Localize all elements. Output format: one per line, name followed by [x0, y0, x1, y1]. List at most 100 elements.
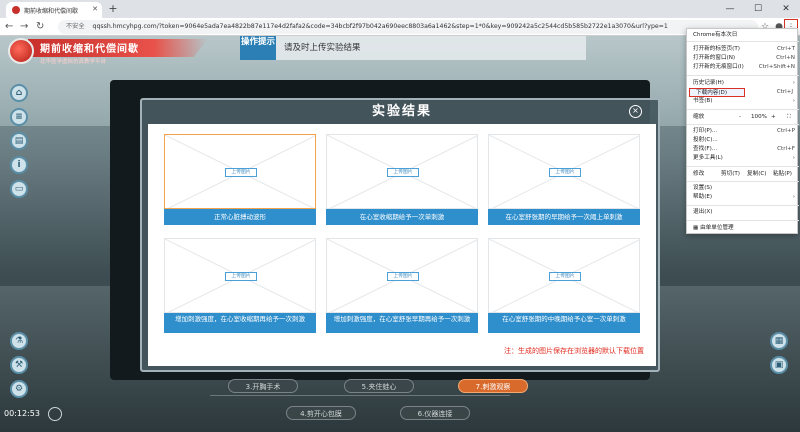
result-card[interactable]: 上传图片 在心室舒张期的中晚期给予心室一次单刺激	[488, 238, 640, 333]
menu-item-label: 打开新的无痕窗口(I)	[693, 64, 744, 70]
back-arrow-icon[interactable]: ←	[5, 20, 13, 34]
upload-image-button[interactable]: 上传图片	[225, 168, 257, 177]
copy-button[interactable]: 复制(C)	[747, 169, 766, 179]
result-card[interactable]: 上传图片 在心室舒张期的早期给予一次阈上单刺激	[488, 134, 640, 225]
browser-tab-bar: 期前收缩和代偿间歇 ✕ + — ☐ ✕	[0, 0, 800, 18]
menu-divider	[687, 181, 799, 182]
home-icon[interactable]: ⌂	[10, 84, 28, 102]
step-stimulate-observe[interactable]: 7.刺激观察	[458, 379, 528, 393]
menu-item-shortcut: Ctrl+J	[776, 89, 793, 95]
menu-edit-row: 修改 剪切(T) 复制(C) 粘贴(P)	[687, 169, 799, 179]
upload-image-button[interactable]: 上传图片	[549, 272, 581, 281]
cut-button[interactable]: 剪切(T)	[721, 169, 740, 179]
menu-item-new-window[interactable]: 打开新的窗口(N) Ctrl+N	[687, 54, 799, 63]
menu-item-incognito[interactable]: 打开新的无痕窗口(I) Ctrl+Shift+N	[687, 63, 799, 72]
operation-prompt-label: 操作提示	[240, 36, 276, 60]
submenu-arrow-icon: ›	[792, 155, 795, 161]
image-placeholder: 上传图片	[164, 238, 316, 313]
image-placeholder: 上传图片	[488, 134, 640, 209]
menu-item-label: 书签(B)	[693, 98, 713, 104]
tab-favicon-icon	[12, 6, 20, 14]
maximize-button[interactable]: ☐	[744, 0, 772, 18]
menu-item-find[interactable]: 查找(F)... Ctrl+F	[687, 145, 799, 154]
insecure-label: 不安全	[66, 23, 85, 30]
result-card[interactable]: 上传图片 在心室收缩期给予一次单刺激	[326, 134, 478, 225]
monitor-icon[interactable]: ▣	[770, 356, 788, 374]
menu-zoom-row: 缩放 - 100% + ⛶	[687, 112, 799, 122]
step-cut-pericardium[interactable]: 4.剪开心包膜	[286, 406, 356, 420]
tab-title: 期前收缩和代偿间歇	[24, 8, 79, 15]
settings-icon[interactable]: ⚙	[10, 380, 28, 398]
result-card[interactable]: 上传图片 增加刺激强度，在心室收缩期再给予一次刺激	[164, 238, 316, 333]
step-clamp-heart[interactable]: 5.夹住蛙心	[344, 379, 414, 393]
book-icon[interactable]: ▤	[10, 132, 28, 150]
submenu-arrow-icon: ›	[792, 194, 795, 200]
zoom-in-button[interactable]: +	[771, 112, 776, 122]
upload-image-button[interactable]: 上传图片	[225, 272, 257, 281]
info-icon[interactable]: i	[10, 156, 28, 174]
minimize-button[interactable]: —	[716, 0, 744, 18]
result-card[interactable]: 上传图片 正常心脏搏动波形	[164, 134, 316, 225]
close-window-button[interactable]: ✕	[772, 0, 800, 18]
chrome-menu: Chrome有本次日 打开新的标签页(T) Ctrl+T 打开新的窗口(N) C…	[686, 28, 799, 234]
document-icon[interactable]: ▭	[10, 180, 28, 198]
paste-button[interactable]: 粘贴(P)	[773, 169, 792, 179]
menu-item-cast[interactable]: 投射(C)...	[687, 136, 799, 145]
tools-icon[interactable]: ⚒	[10, 356, 28, 374]
zoom-value: 100%	[751, 114, 767, 120]
tab-close-icon[interactable]: ✕	[92, 5, 98, 13]
menu-item-shortcut: Ctrl+P	[776, 128, 795, 134]
image-placeholder: 上传图片	[326, 134, 478, 209]
microscope-icon[interactable]: ⚗	[10, 332, 28, 350]
upload-image-button[interactable]: 上传图片	[387, 272, 419, 281]
menu-item-help[interactable]: 帮助(E) ›	[687, 193, 799, 202]
menu-item-label: 更多工具(L)	[693, 155, 723, 161]
menu-item-exit[interactable]: 退出(X)	[687, 208, 799, 217]
menu-item-shortcut: Ctrl+F	[777, 146, 795, 152]
fullscreen-icon[interactable]: ⛶	[787, 112, 791, 122]
app-logo-icon	[8, 38, 34, 64]
reload-icon[interactable]: ↻	[36, 20, 44, 34]
list-icon[interactable]: ≡	[10, 108, 28, 126]
menu-item-settings[interactable]: 设置(S)	[687, 184, 799, 193]
steps-track	[210, 395, 510, 396]
submenu-arrow-icon: ›	[792, 80, 795, 86]
report-icon[interactable]: ▦	[770, 332, 788, 350]
menu-item-label: 打印(P)...	[693, 128, 718, 134]
menu-managed-note[interactable]: ▦ 由单单位管理	[687, 224, 799, 233]
upload-image-button[interactable]: 上传图片	[549, 168, 581, 177]
step-connect-instrument[interactable]: 6.仪器连接	[400, 406, 470, 420]
forward-arrow-icon[interactable]: →	[20, 20, 28, 34]
app-subtitle: 北华医学虚拟仿真教学平台	[40, 59, 107, 65]
address-bar[interactable]: 不安全 qqssh.hmcyhpg.com/?token=9064e5ada7e…	[58, 20, 758, 34]
menu-divider	[687, 166, 799, 167]
menu-divider	[687, 75, 799, 76]
image-placeholder: 上传图片	[488, 238, 640, 313]
menu-item-history[interactable]: 历史记录(H) ›	[687, 79, 799, 88]
modal-close-icon[interactable]: ×	[629, 105, 642, 118]
card-caption: 在心室舒张期的早期给予一次阈上单刺激	[488, 209, 640, 225]
step-open-chest[interactable]: 3.开胸手术	[228, 379, 298, 393]
menu-item-new-tab[interactable]: 打开新的标签页(T) Ctrl+T	[687, 45, 799, 54]
menu-item-print[interactable]: 打印(P)... Ctrl+P	[687, 127, 799, 136]
menu-item-label: 退出(X)	[693, 209, 713, 215]
result-card[interactable]: 上传图片 增加刺激强度，在心室舒张早期再给予一次刺激	[326, 238, 478, 333]
upload-image-button[interactable]: 上传图片	[387, 168, 419, 177]
url-text: qqssh.hmcyhpg.com/?token=9064e5ada7ea482…	[92, 23, 668, 30]
menu-divider	[687, 109, 799, 110]
menu-item-label: 历史记录(H)	[693, 80, 724, 86]
menu-item-label: 下载内容(D)	[696, 90, 728, 96]
menu-item-more-tools[interactable]: 更多工具(L) ›	[687, 154, 799, 163]
menu-header: Chrome有本次日	[687, 31, 799, 40]
menu-item-shortcut: Ctrl+T	[776, 46, 795, 52]
browser-tab[interactable]: 期前收缩和代偿间歇 ✕	[6, 2, 102, 18]
menu-item-bookmarks[interactable]: 书签(B) ›	[687, 97, 799, 106]
new-tab-button[interactable]: +	[107, 3, 119, 15]
card-caption: 增加刺激强度，在心室舒张早期再给予一次刺激	[326, 313, 478, 333]
app-title: 期前收缩和代偿间歇	[40, 44, 139, 55]
managed-label: 由单单位管理	[700, 225, 734, 231]
menu-item-downloads[interactable]: 下载内容(D)	[689, 88, 745, 97]
card-caption: 在心室舒张期的中晚期给予心室一次单刺激	[488, 313, 640, 333]
zoom-out-button[interactable]: -	[739, 112, 741, 122]
edit-label: 修改	[693, 171, 705, 177]
